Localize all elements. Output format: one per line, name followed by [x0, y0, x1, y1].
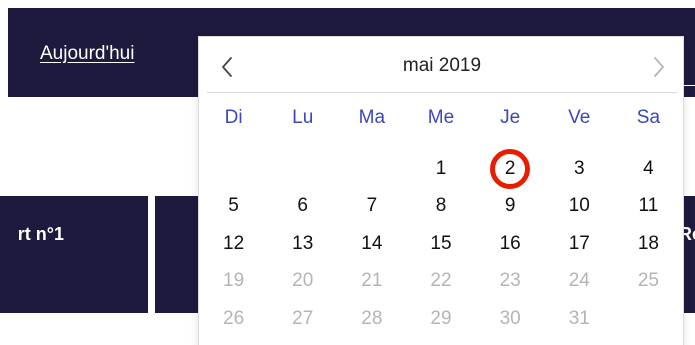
- day-cell-disabled: 26: [223, 307, 245, 329]
- day-cell[interactable]: 13: [268, 225, 337, 263]
- page: Aujourd'hui rt n°1 Re mai 2019 Di: [0, 0, 695, 345]
- empty-day-cell: [268, 150, 337, 188]
- day-cell-disabled: 27: [292, 307, 314, 329]
- day-cell[interactable]: 18: [614, 225, 683, 263]
- day-cell[interactable]: 11: [614, 188, 683, 226]
- report-card-1[interactable]: rt n°1: [0, 196, 148, 313]
- week-row: 26 27 28 29 30 31: [199, 300, 683, 338]
- next-month-button[interactable]: [645, 52, 675, 82]
- weekday-label: Ve: [568, 107, 591, 128]
- week-row: 19 20 21 22 23 24 25: [199, 263, 683, 301]
- day-cell[interactable]: 10: [545, 188, 614, 226]
- empty-day-cell: [337, 150, 406, 188]
- day-cell[interactable]: 9: [476, 188, 545, 226]
- date-picker-calendar: mai 2019 Di Lu Ma Me Je Ve Sa 1 2 3 4 5 …: [198, 36, 684, 345]
- day-cell[interactable]: 5: [199, 188, 268, 226]
- day-cell[interactable]: 16: [476, 225, 545, 263]
- day-cell[interactable]: 3: [545, 150, 614, 188]
- day-cell-disabled: 28: [361, 307, 383, 329]
- chevron-right-icon: [654, 57, 664, 77]
- day-cell[interactable]: 4: [614, 150, 683, 188]
- weekday-label: Je: [500, 107, 521, 128]
- day-cell[interactable]: 1: [406, 150, 475, 188]
- calendar-header: mai 2019: [207, 37, 677, 93]
- day-cell[interactable]: 7: [337, 188, 406, 226]
- day-cell[interactable]: 6: [268, 188, 337, 226]
- day-cell-disabled: 25: [637, 270, 659, 292]
- day-cell[interactable]: 17: [545, 225, 614, 263]
- weekday-label: Me: [427, 107, 455, 128]
- day-cell-disabled: 19: [223, 270, 245, 292]
- day-cell-disabled: 30: [499, 307, 521, 329]
- day-cell-disabled: 23: [499, 270, 521, 292]
- weekday-label: Di: [224, 107, 243, 128]
- report-card-1-label: rt n°1: [17, 224, 64, 244]
- weekday-header-row: Di Lu Ma Me Je Ve Sa: [199, 99, 683, 137]
- day-cell-disabled: 21: [361, 270, 383, 292]
- day-cell-label: 2: [504, 157, 516, 179]
- day-cell[interactable]: 8: [406, 188, 475, 226]
- calendar-grid: Di Lu Ma Me Je Ve Sa 1 2 3 4 5 6 7 8 9 1…: [199, 99, 683, 338]
- empty-day-cell: [199, 150, 268, 188]
- day-cell-disabled: 20: [292, 270, 314, 292]
- weekday-label: Sa: [636, 107, 661, 128]
- day-cell-highlighted[interactable]: 2: [476, 148, 545, 189]
- day-cell[interactable]: 15: [406, 225, 475, 263]
- week-row: 5 6 7 8 9 10 11: [199, 188, 683, 226]
- week-row: 12 13 14 15 16 17 18: [199, 225, 683, 263]
- day-cell[interactable]: 14: [337, 225, 406, 263]
- weekday-label: Ma: [358, 107, 386, 128]
- divider: [684, 85, 695, 86]
- week-row: 1 2 3 4: [199, 148, 683, 189]
- day-cell[interactable]: 12: [199, 225, 268, 263]
- today-link[interactable]: Aujourd'hui: [40, 43, 134, 65]
- day-cell-disabled: 31: [568, 307, 590, 329]
- day-cell-disabled: 22: [430, 270, 452, 292]
- empty-day-cell: [614, 300, 683, 338]
- month-year-label: mai 2019: [402, 55, 482, 76]
- weekday-label: Lu: [292, 107, 314, 128]
- day-cell-disabled: 29: [430, 307, 452, 329]
- day-cell-disabled: 24: [568, 270, 590, 292]
